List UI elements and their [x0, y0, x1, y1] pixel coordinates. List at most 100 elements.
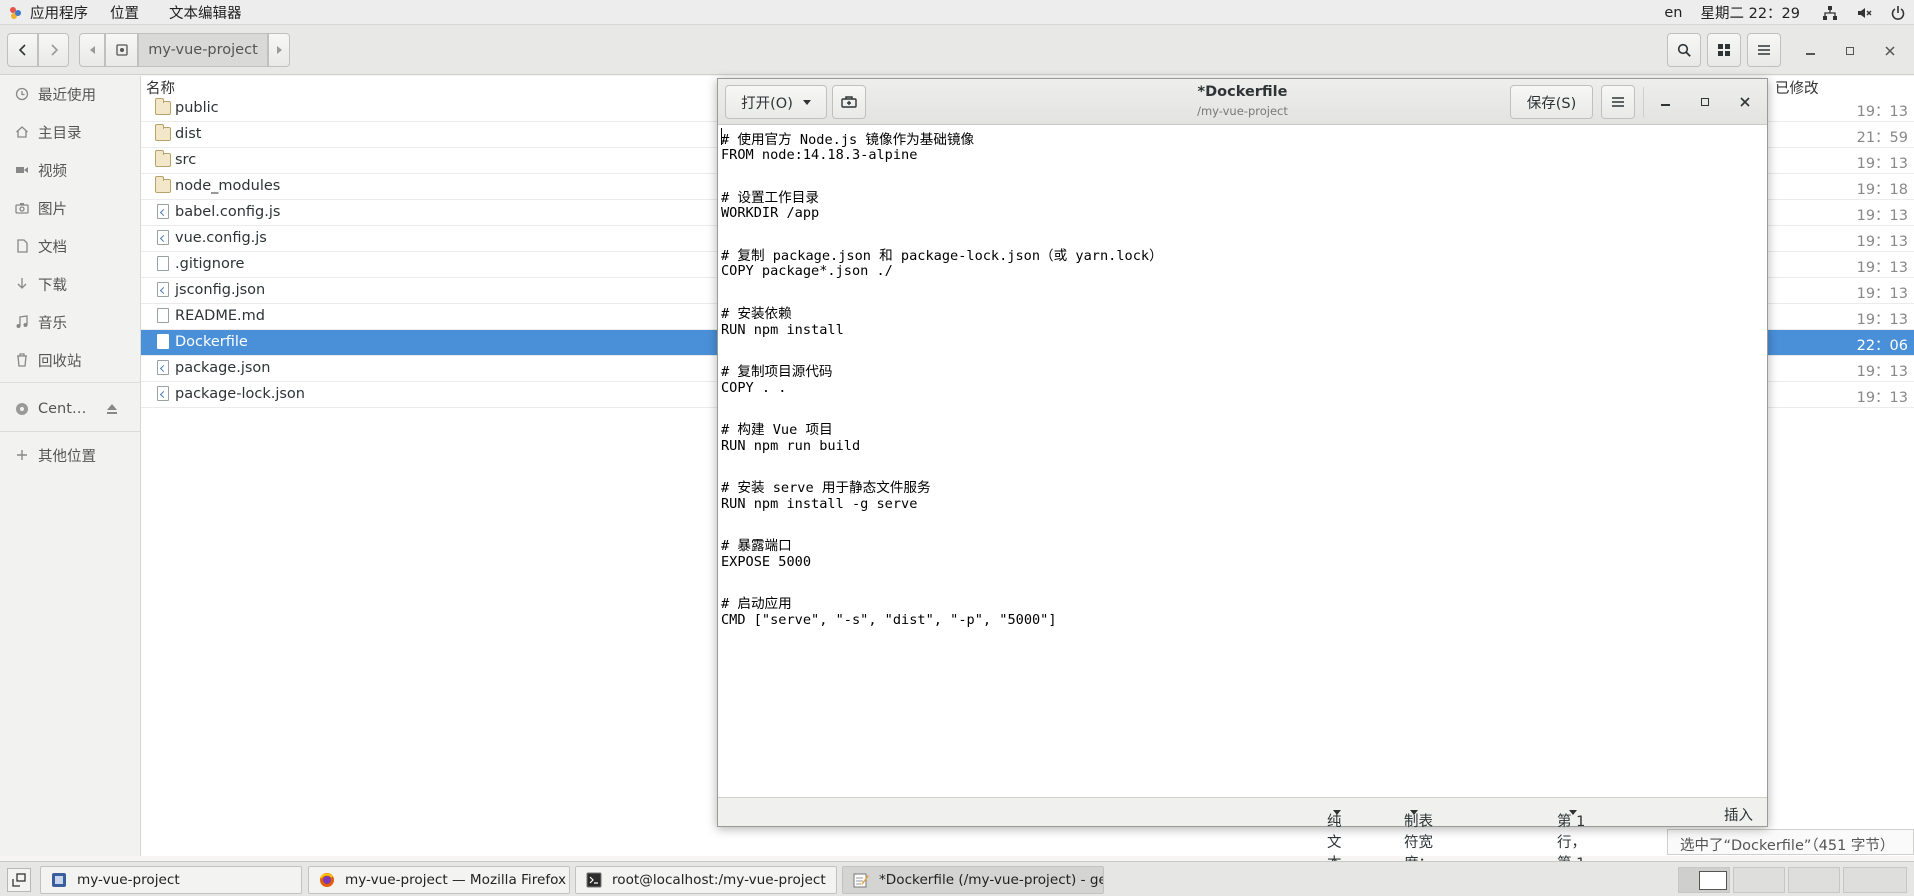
file-name: .gitignore: [175, 256, 245, 272]
save-button[interactable]: 保存(S): [1510, 85, 1593, 119]
column-name-header[interactable]: 名称: [146, 77, 175, 98]
workspace-2[interactable]: [1733, 867, 1785, 893]
minimize-button[interactable]: [1800, 41, 1820, 61]
applications-menu[interactable]: 应用程序: [0, 0, 96, 25]
file-modified: 19：13: [1856, 364, 1908, 380]
sidebar-item-downloads[interactable]: 下载: [0, 269, 141, 299]
code-line: WORKDIR /app: [721, 205, 820, 222]
task-terminal[interactable]: root@localhost:/my-vue-project: [575, 866, 837, 894]
search-button[interactable]: [1667, 33, 1701, 67]
text-editor-area[interactable]: # 使用官方 Node.js 镜像作为基础镜像 FROM node:14.18.3…: [718, 126, 1767, 794]
view-grid-button[interactable]: [1707, 33, 1741, 67]
insert-mode-indicator[interactable]: 插入: [1724, 804, 1753, 825]
sidebar-item-trash[interactable]: 回收站: [0, 345, 141, 375]
code-line: RUN npm install: [721, 321, 844, 338]
firefox-icon: [320, 873, 334, 887]
places-sidebar: 最近使用 主目录 视频 图片 文档 下载 音乐 回收站 Cent… 其他位置: [0, 76, 141, 856]
sidebar-item-documents[interactable]: 文档: [0, 231, 141, 261]
sidebar-separator: [0, 382, 140, 383]
back-button[interactable]: [7, 33, 38, 67]
network-icon[interactable]: [1822, 5, 1838, 21]
task-label: my-vue-project — Mozilla Firefox: [345, 872, 567, 888]
workspace-1[interactable]: [1678, 867, 1730, 893]
sidebar-item-device[interactable]: Cent…: [0, 394, 141, 424]
path-current-button[interactable]: my-vue-project: [138, 33, 268, 67]
sidebar-item-home[interactable]: 主目录: [0, 117, 141, 147]
text-file-icon: [157, 308, 169, 323]
sidebar-item-label: 主目录: [38, 125, 82, 142]
show-desktop-button[interactable]: [7, 868, 31, 892]
column-modified-header[interactable]: 已修改: [1775, 77, 1819, 98]
plus-icon: [14, 447, 30, 463]
code-file-icon: [157, 282, 169, 297]
gedit-separator: [1643, 87, 1644, 117]
code-line: # 安装依赖: [721, 306, 792, 323]
menu-button[interactable]: [1747, 33, 1781, 67]
folder-icon: [155, 98, 171, 115]
sidebar-item-label: Cent…: [38, 401, 87, 417]
code-line: RUN npm install -g serve: [721, 495, 918, 512]
file-name: Dockerfile: [175, 334, 248, 350]
clock[interactable]: 星期二 22：29: [1700, 2, 1800, 23]
path-root-button[interactable]: [105, 33, 138, 67]
sidebar-item-pictures[interactable]: 图片: [0, 193, 141, 223]
file-manager-icon: [52, 873, 66, 887]
file-modified: 19：18: [1856, 182, 1908, 198]
sidebar-item-other-locations[interactable]: 其他位置: [0, 440, 141, 470]
gedit-headerbar: 打开(O) *Dockerfile /my-vue-project 保存(S): [718, 79, 1767, 125]
places-menu-label: 位置: [110, 5, 139, 22]
app-menu[interactable]: 文本编辑器: [147, 0, 250, 25]
eject-icon[interactable]: [105, 403, 119, 419]
maximize-button[interactable]: [1840, 41, 1860, 61]
camera-icon: [14, 200, 30, 216]
file-name: dist: [175, 126, 202, 142]
maximize-icon: [1846, 47, 1854, 55]
file-modified: 22：06: [1856, 338, 1908, 354]
code-line: # 设置工作目录: [721, 190, 819, 207]
gedit-close-button[interactable]: [1735, 92, 1755, 112]
forward-button[interactable]: [38, 33, 69, 67]
gedit-menu-button[interactable]: [1601, 85, 1635, 119]
file-name: node_modules: [175, 178, 281, 194]
workspace-3[interactable]: [1788, 867, 1840, 893]
top-bar: 应用程序 位置 文本编辑器 en 星期二 22：29: [0, 0, 1914, 25]
file-name: src: [175, 152, 197, 168]
sidebar-separator: [0, 431, 140, 432]
power-icon[interactable]: [1890, 5, 1906, 21]
path-scroll-left-button[interactable]: [79, 33, 105, 67]
download-icon: [14, 276, 30, 292]
desktop-icon: [12, 873, 26, 887]
task-label: *Dockerfile (/my-vue-project) - gedit: [879, 872, 1104, 888]
file-modified: 19：13: [1856, 104, 1908, 120]
close-button[interactable]: [1880, 41, 1900, 61]
sidebar-item-videos[interactable]: 视频: [0, 155, 141, 185]
gedit-maximize-button[interactable]: [1695, 92, 1715, 112]
file-name: public: [175, 100, 219, 116]
minimize-icon: [1805, 53, 1815, 55]
file-name: README.md: [175, 308, 265, 324]
save-button-label: 保存(S): [1526, 95, 1577, 112]
task-file-manager[interactable]: my-vue-project: [40, 866, 302, 894]
gedit-window: 打开(O) *Dockerfile /my-vue-project 保存(S) …: [717, 78, 1768, 893]
code-line: COPY . .: [721, 379, 787, 396]
maximize-icon: [1701, 98, 1709, 106]
path-scroll-right-button[interactable]: [268, 33, 290, 67]
sidebar-item-recent[interactable]: 最近使用: [0, 79, 141, 109]
sidebar-item-label: 下载: [38, 277, 67, 294]
gedit-minimize-button[interactable]: [1655, 92, 1675, 112]
search-icon: [1677, 43, 1691, 57]
grid-icon: [1718, 44, 1730, 56]
task-gedit[interactable]: *Dockerfile (/my-vue-project) - gedit: [842, 866, 1104, 894]
sidebar-item-label: 图片: [38, 201, 67, 218]
sidebar-item-music[interactable]: 音乐: [0, 307, 141, 337]
code-file-icon: [157, 360, 169, 375]
code-file-icon: [157, 386, 169, 401]
input-language-indicator[interactable]: en: [1664, 5, 1682, 21]
gedit-statusbar: 纯文本 制表符宽度：8 第 1 行，第 1 列 插入: [718, 797, 1767, 893]
folder-icon: [155, 176, 171, 193]
volume-muted-icon[interactable]: [1856, 5, 1872, 21]
places-menu[interactable]: 位置: [96, 0, 147, 25]
workspace-4[interactable]: [1843, 867, 1907, 893]
task-firefox[interactable]: my-vue-project — Mozilla Firefox: [308, 866, 570, 894]
file-name: jsconfig.json: [175, 282, 266, 298]
